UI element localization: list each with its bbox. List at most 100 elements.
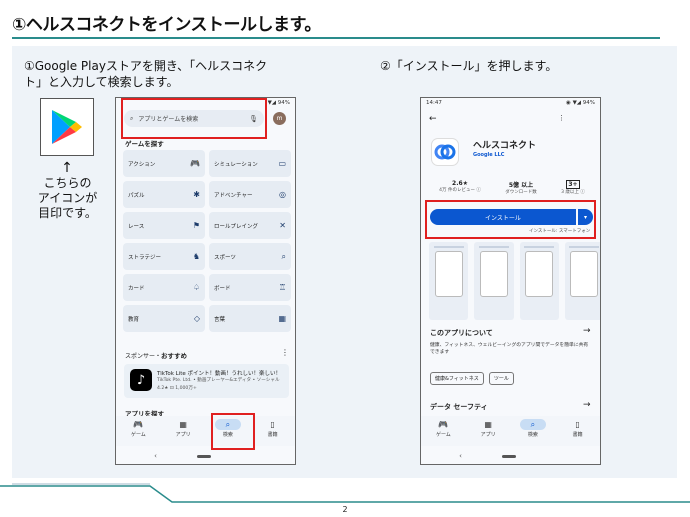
back-chevron-icon[interactable]: ‹ bbox=[154, 452, 157, 460]
category-icon: ◎ bbox=[279, 190, 286, 199]
category-label: アドベンチャー bbox=[214, 192, 253, 199]
nav-label: 検索 bbox=[527, 432, 538, 438]
arrow-up-icon: ↑ bbox=[61, 160, 73, 176]
screenshot-thumb[interactable] bbox=[519, 242, 559, 320]
back-chevron-icon[interactable]: ‹ bbox=[459, 452, 462, 460]
arrow-right-icon[interactable]: → bbox=[583, 326, 591, 336]
tag-chip[interactable]: 健康&フィットネス bbox=[430, 372, 484, 385]
screenshot-thumb[interactable] bbox=[474, 242, 514, 320]
sponsored-app-card[interactable]: ♪ TikTok Lite ポイント！動画！うれしい！楽しい！ TikTok P… bbox=[124, 364, 289, 398]
search-icon: ⌕ bbox=[519, 419, 546, 430]
apps-icon: ▦ bbox=[179, 420, 187, 429]
category-label: 言葉 bbox=[214, 316, 226, 323]
category-tile[interactable]: カード ♤ bbox=[123, 274, 205, 301]
category-label: カード bbox=[128, 285, 145, 292]
app-stats: 2.6★ 4万 件のレビュー ⓘ 5億 以上 ダウンロード数 3+ 3 歳以上 ⓘ bbox=[427, 180, 597, 195]
status-right: ▼◢ 94% bbox=[267, 100, 290, 106]
category-icon: ▦ bbox=[278, 314, 286, 323]
nav-apps[interactable]: ▦ アプリ bbox=[165, 419, 201, 438]
nav-label: 書籍 bbox=[267, 432, 278, 438]
nav-search[interactable]: ⌕ 検索 bbox=[515, 419, 551, 438]
bottom-nav: 🎮 ゲーム ▦ アプリ ⌕ 検索 ▯ 書籍 bbox=[421, 416, 600, 446]
stat-value: 3+ bbox=[566, 180, 580, 189]
status-bar: 14:47 ◉ ▼◢ 94% bbox=[421, 98, 600, 108]
tiktok-icon: ♪ bbox=[130, 369, 152, 391]
slide-title: ①ヘルスコネクトをインストールします。 bbox=[12, 15, 321, 35]
category-label: 教育 bbox=[128, 316, 140, 323]
nav-games[interactable]: 🎮 ゲーム bbox=[425, 419, 461, 438]
category-tile[interactable]: 教育 ◇ bbox=[123, 305, 205, 332]
more-vert-icon[interactable]: ⋮ bbox=[558, 114, 569, 122]
category-icon: ▭ bbox=[278, 159, 286, 168]
category-tile[interactable]: ストラテジー ♞ bbox=[123, 243, 205, 270]
more-vert-icon[interactable]: ⋮ bbox=[281, 348, 289, 357]
data-safety-title[interactable]: データ セーフティ bbox=[430, 402, 488, 412]
nav-games[interactable]: 🎮 ゲーム bbox=[120, 419, 156, 438]
category-tile[interactable]: アドベンチャー ◎ bbox=[209, 181, 291, 208]
phone-screenshot-app-detail: 14:47 ◉ ▼◢ 94% ← ⋮ ヘルスコネクト Google LLC 2.… bbox=[420, 97, 601, 465]
category-icon: ◇ bbox=[193, 314, 200, 323]
category-icon: ♞ bbox=[192, 252, 200, 261]
category-label: ストラテジー bbox=[128, 254, 162, 261]
gamepad-icon: 🎮 bbox=[438, 420, 449, 429]
back-arrow-icon[interactable]: ← bbox=[429, 114, 437, 124]
arrow-right-icon[interactable]: → bbox=[583, 400, 591, 410]
home-handle[interactable] bbox=[501, 454, 516, 458]
stat-label: 4万 件のレビュー ⓘ bbox=[439, 188, 481, 193]
category-label: シミュレーション bbox=[214, 161, 258, 168]
health-connect-logo bbox=[431, 138, 459, 166]
stat-downloads: 5億 以上 ダウンロード数 bbox=[505, 180, 537, 195]
category-tile[interactable]: ボード ♖ bbox=[209, 274, 291, 301]
category-tags: 健康&フィットネス ツール bbox=[430, 372, 514, 385]
nav-books[interactable]: ▯ 書籍 bbox=[560, 419, 596, 438]
gamepad-icon: 🎮 bbox=[133, 420, 144, 429]
health-connect-icon bbox=[434, 144, 456, 160]
category-tile[interactable]: アクション 🎮 bbox=[123, 150, 205, 177]
icon-caption: こちらの アイコンが 目印です。 bbox=[30, 176, 105, 221]
caption-line: こちらの bbox=[43, 176, 92, 190]
category-icon: ♖ bbox=[278, 283, 286, 292]
stat-label: 3 歳以上 ⓘ bbox=[561, 190, 585, 195]
category-tile[interactable]: レース ⚑ bbox=[123, 212, 205, 239]
category-tile[interactable]: シミュレーション ▭ bbox=[209, 150, 291, 177]
category-icon: ⚑ bbox=[192, 221, 200, 230]
highlight-search-box bbox=[121, 98, 267, 139]
category-tile[interactable]: スポーツ ⌕ bbox=[209, 243, 291, 270]
step1-text: ①Google Playストアを開き、「ヘルスコネクト」と入力して検索します。 bbox=[24, 59, 268, 89]
nav-apps[interactable]: ▦ アプリ bbox=[470, 419, 506, 438]
play-store-icon bbox=[52, 110, 82, 144]
avatar[interactable]: m bbox=[273, 112, 286, 125]
highlight-install-button bbox=[425, 200, 596, 239]
category-label: スポーツ bbox=[214, 254, 236, 261]
highlight-search-tab bbox=[211, 413, 255, 450]
category-icon: ⌕ bbox=[281, 251, 286, 261]
category-tile[interactable]: ロールプレイング ✕ bbox=[209, 212, 291, 239]
category-tile[interactable]: 言葉 ▦ bbox=[209, 305, 291, 332]
category-tile[interactable]: パズル ✱ bbox=[123, 181, 205, 208]
screenshot-carousel[interactable] bbox=[429, 242, 600, 320]
screenshot-thumb[interactable] bbox=[429, 242, 469, 320]
ad-subtitle: TikTok Pte. Ltd. • 動画プレーヤー&エディタ • ソーシャル bbox=[157, 378, 280, 383]
tag-chip[interactable]: ツール bbox=[488, 372, 514, 385]
developer-link[interactable]: Google LLC bbox=[473, 152, 504, 158]
nav-label: ゲーム bbox=[130, 432, 146, 438]
category-label: アクション bbox=[128, 161, 156, 168]
section-title: ゲームを探す bbox=[125, 140, 164, 148]
stat-value: 2.6★ bbox=[452, 180, 469, 187]
category-label: パズル bbox=[128, 192, 145, 199]
home-handle[interactable] bbox=[196, 454, 211, 458]
category-label: レース bbox=[128, 223, 145, 230]
nav-books[interactable]: ▯ 書籍 bbox=[255, 419, 291, 438]
title-rule bbox=[12, 37, 660, 39]
screenshot-thumb[interactable] bbox=[564, 242, 600, 320]
sponsor-prefix: スポンサー・ bbox=[125, 353, 162, 360]
category-icon: 🎮 bbox=[190, 159, 200, 168]
stat-label: ダウンロード数 bbox=[505, 190, 537, 195]
page-number: 2 bbox=[342, 505, 348, 514]
stat-age: 3+ 3 歳以上 ⓘ bbox=[561, 180, 585, 195]
about-title[interactable]: このアプリについて bbox=[430, 328, 493, 338]
play-store-icon-box bbox=[40, 98, 94, 156]
book-icon: ▯ bbox=[270, 420, 275, 429]
category-icon: ✕ bbox=[279, 221, 286, 230]
category-grid: アクション 🎮 シミュレーション ▭ パズル ✱ アドベンチャー ◎ レース ⚑ ロールプ… bbox=[123, 150, 291, 332]
